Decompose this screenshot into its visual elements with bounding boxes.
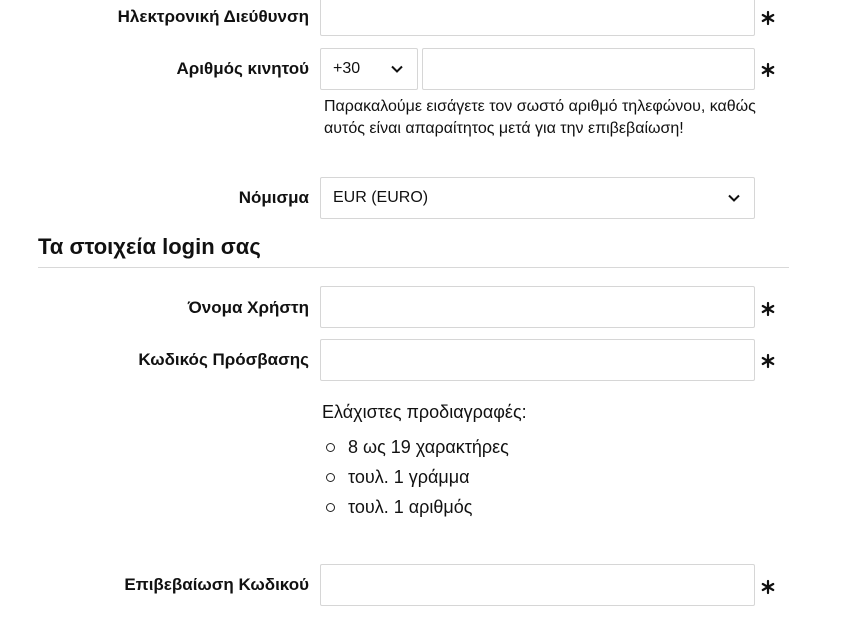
asterisk-icon (761, 10, 775, 26)
list-item: τουλ. 1 αριθμός (326, 492, 509, 522)
confirm-password-input[interactable] (320, 564, 755, 606)
currency-select[interactable]: EUR (EURO) (320, 177, 755, 219)
asterisk-icon (761, 62, 775, 78)
chevron-down-icon (391, 65, 403, 73)
mobile-input[interactable] (422, 48, 755, 90)
password-label: Κωδικός Πρόσβασης (138, 350, 309, 369)
mobile-hint-text: Παρακαλούμε εισάγετε τον σωστό αριθμό τη… (324, 98, 756, 137)
email-input[interactable] (320, 0, 755, 36)
username-label: Όνομα Χρήστη (187, 298, 309, 317)
list-item: 8 ως 19 χαρακτήρες (326, 432, 509, 462)
currency-label: Νόμισμα (238, 188, 309, 207)
password-input[interactable] (320, 339, 755, 381)
spec-item-text: τουλ. 1 αριθμός (348, 496, 473, 517)
spec-item-text: 8 ως 19 χαρακτήρες (348, 436, 509, 457)
currency-value: EUR (EURO) (333, 189, 429, 206)
password-spec-list: 8 ως 19 χαρακτήρες τουλ. 1 γράμμα τουλ. … (326, 432, 509, 522)
section-divider (38, 267, 789, 268)
list-item: τουλ. 1 γράμμα (326, 462, 509, 492)
asterisk-icon (761, 301, 775, 317)
circle-bullet-icon (326, 472, 335, 482)
circle-bullet-icon (326, 502, 335, 512)
spec-item-text: τουλ. 1 γράμμα (348, 466, 470, 487)
chevron-down-icon (728, 194, 740, 202)
country-code-value: +30 (333, 60, 361, 77)
asterisk-icon (761, 353, 775, 369)
email-label: Ηλεκτρονική Διεύθυνση (117, 7, 309, 26)
circle-bullet-icon (326, 442, 335, 452)
asterisk-icon (761, 579, 775, 595)
confirm-password-label: Επιβεβαίωση Κωδικού (124, 575, 309, 594)
country-code-select[interactable]: +30 (320, 48, 418, 90)
mobile-label: Αριθμός κινητού (176, 59, 310, 78)
login-section-title: Τα στοιχεία login σας (38, 234, 261, 259)
username-input[interactable] (320, 286, 755, 328)
password-spec-title: Ελάχιστες προδιαγραφές: (322, 402, 527, 422)
